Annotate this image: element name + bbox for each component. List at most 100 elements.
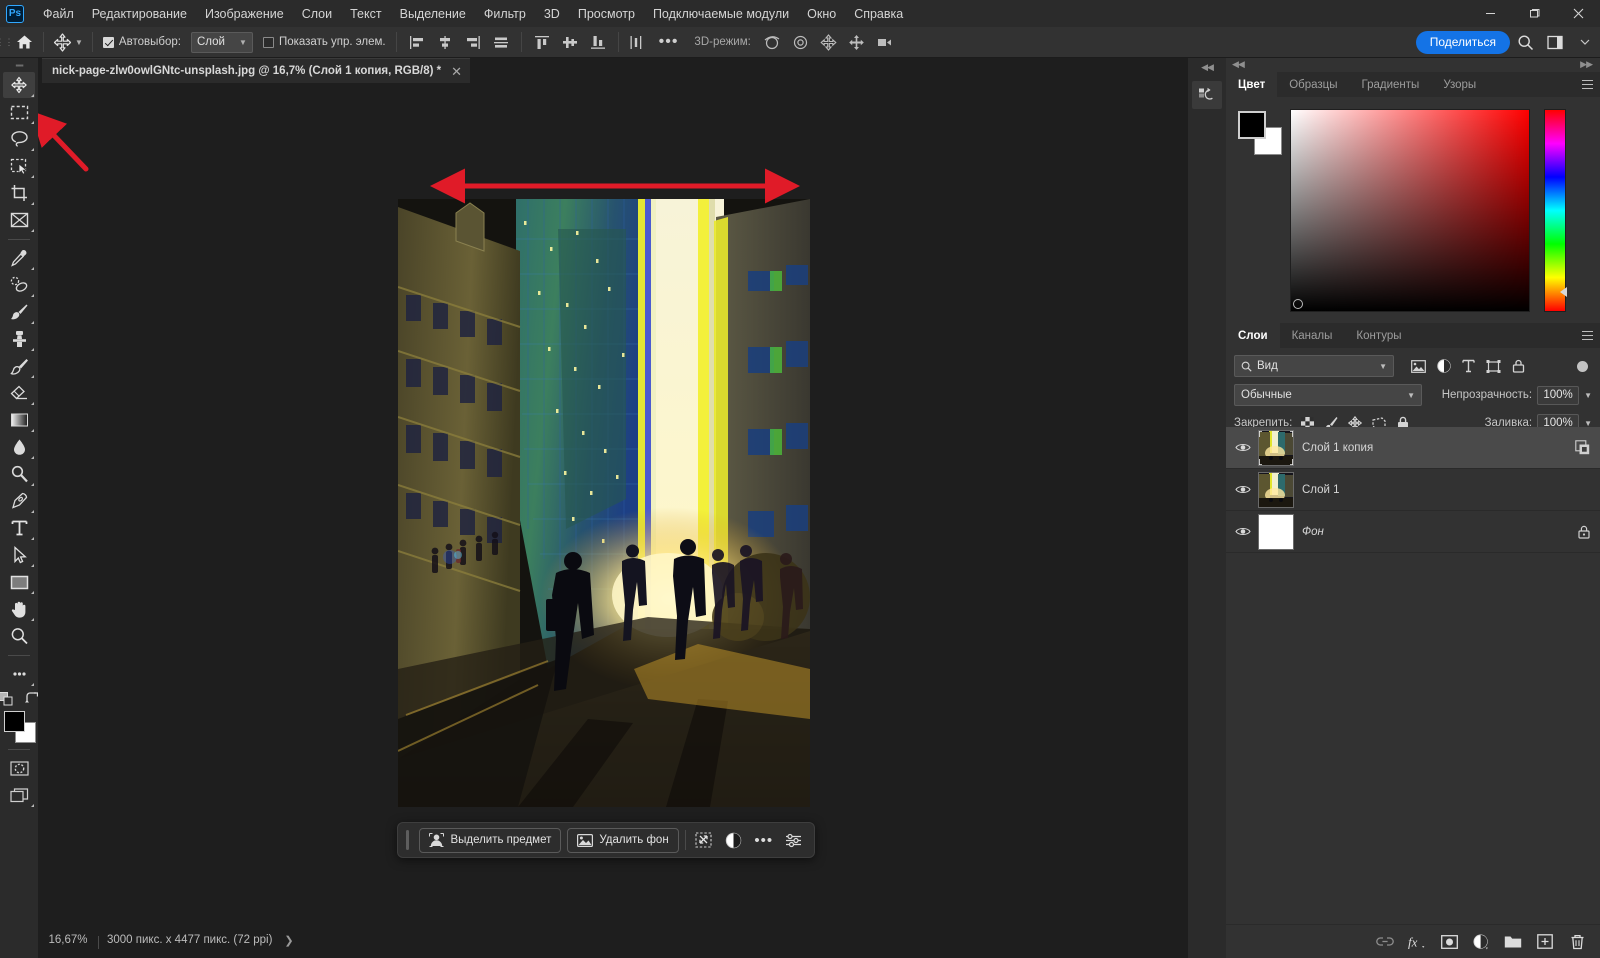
align-vertical-centers-icon[interactable] xyxy=(488,30,514,54)
edit-toolbar-tool[interactable] xyxy=(3,661,35,687)
layer-name[interactable]: Слой 1 xyxy=(1302,484,1340,496)
menu-item-plugins[interactable]: Подключаемые модули xyxy=(644,3,798,25)
menu-item-image[interactable]: Изображение xyxy=(196,3,293,25)
gradient-tool[interactable] xyxy=(3,407,35,433)
color-panel-menu-icon[interactable] xyxy=(1574,72,1600,97)
adjustment-layer-icon[interactable] xyxy=(722,827,746,853)
remove-background-button[interactable]: Удалить фон xyxy=(567,828,678,853)
layer-visibility-icon[interactable] xyxy=(1230,511,1256,553)
filter-shape-icon[interactable] xyxy=(1481,355,1506,377)
canvas-area[interactable] xyxy=(38,83,1188,918)
expand-panels-icon[interactable]: ◀◀ xyxy=(1188,58,1226,73)
clone-stamp-tool[interactable] xyxy=(3,326,35,352)
options-more-button[interactable]: ••• xyxy=(649,33,689,51)
document-canvas[interactable] xyxy=(398,199,810,807)
opacity-value[interactable]: 100% xyxy=(1537,386,1579,405)
path-selection-tool[interactable] xyxy=(3,542,35,568)
opacity-chevron-down-icon[interactable]: ▼ xyxy=(1584,391,1592,400)
tab-channels[interactable]: Каналы xyxy=(1280,323,1345,348)
tab-layers[interactable]: Слои xyxy=(1226,323,1280,348)
task-bar-more-button[interactable]: ••• xyxy=(752,827,776,853)
move-tool[interactable] xyxy=(3,72,35,98)
layer-visibility-icon[interactable] xyxy=(1230,469,1256,511)
filter-type-icon[interactable] xyxy=(1456,355,1481,377)
type-tool[interactable] xyxy=(3,515,35,541)
screen-mode-icon[interactable] xyxy=(3,782,35,808)
workspace-icon[interactable] xyxy=(1540,27,1570,58)
align-left-edges-icon[interactable] xyxy=(404,30,430,54)
tab-gradients[interactable]: Градиенты xyxy=(1350,72,1432,97)
align-horizontal-centers-icon[interactable] xyxy=(432,30,458,54)
layer-mask-icon[interactable] xyxy=(1434,929,1464,955)
zoom-level[interactable]: 16,67% xyxy=(38,934,98,946)
layer-thumbnail[interactable] xyxy=(1258,514,1294,550)
tab-color[interactable]: Цвет xyxy=(1226,72,1277,97)
new-layer-icon[interactable] xyxy=(1530,929,1560,955)
close-icon[interactable]: ✕ xyxy=(451,65,462,78)
workspace-chevron-down-icon[interactable] xyxy=(1570,27,1600,58)
menu-item-select[interactable]: Выделение xyxy=(391,3,475,25)
layers-panel-menu-icon[interactable] xyxy=(1574,323,1600,348)
tools-panel-grip[interactable]: ▪▪▪▪ xyxy=(15,62,22,72)
current-tool-button[interactable]: ▼ xyxy=(48,33,88,52)
color-panel-foreground-swatch[interactable] xyxy=(1238,111,1266,139)
status-expand-icon[interactable]: ❯ xyxy=(284,934,293,947)
layer-thumbnail[interactable] xyxy=(1258,430,1294,466)
autoselect-target-select[interactable]: Слой ▼ xyxy=(191,32,253,53)
default-colors-icon[interactable] xyxy=(0,692,13,708)
home-icon[interactable] xyxy=(9,27,39,58)
maximize-button[interactable] xyxy=(1512,0,1556,27)
quick-mask-icon[interactable] xyxy=(3,755,35,781)
align-top-edges-icon[interactable] xyxy=(529,30,555,54)
options-bar-grip[interactable]: ⋮⋮ xyxy=(0,27,9,58)
collapse-panels-icon[interactable]: ◀◀ xyxy=(1232,59,1244,70)
menu-item-help[interactable]: Справка xyxy=(845,3,912,25)
menu-item-filter[interactable]: Фильтр xyxy=(475,3,535,25)
eyedropper-tool[interactable] xyxy=(3,245,35,271)
delete-layer-icon[interactable] xyxy=(1562,929,1592,955)
show-controls-checkbox[interactable] xyxy=(263,37,274,48)
align-right-edges-icon[interactable] xyxy=(460,30,486,54)
distribute-vertical-icon[interactable] xyxy=(623,30,649,54)
pen-tool[interactable] xyxy=(3,488,35,514)
search-icon[interactable] xyxy=(1510,27,1540,58)
align-bottom-edges-icon[interactable] xyxy=(585,30,611,54)
menu-item-3d[interactable]: 3D xyxy=(535,3,569,25)
table-row[interactable]: Слой 1 копия xyxy=(1226,427,1600,469)
layer-name[interactable]: Фон xyxy=(1302,526,1324,538)
camera-3d-icon[interactable] xyxy=(871,30,899,54)
slide-3d-icon[interactable] xyxy=(843,30,871,54)
layer-style-fx-icon[interactable]: fx xyxy=(1402,929,1432,955)
share-button[interactable]: Поделиться xyxy=(1416,31,1510,54)
frame-tool[interactable] xyxy=(3,207,35,233)
minimize-button[interactable] xyxy=(1468,0,1512,27)
orbit-3d-icon[interactable] xyxy=(759,30,787,54)
task-bar-drag-handle[interactable] xyxy=(406,830,409,850)
brush-tool[interactable] xyxy=(3,299,35,325)
show-controls-checkbox-group[interactable]: Показать упр. элем. xyxy=(257,36,392,48)
close-button[interactable] xyxy=(1556,0,1600,27)
document-tab[interactable]: nick-page-zlw0owlGNtc-unsplash.jpg @ 16,… xyxy=(42,58,470,83)
object-selection-tool[interactable] xyxy=(3,153,35,179)
foreground-color-swatch[interactable] xyxy=(4,711,25,732)
layer-filter-select[interactable]: Вид ▼ xyxy=(1234,355,1394,377)
transform-selection-icon[interactable] xyxy=(692,827,716,853)
dodge-tool[interactable] xyxy=(3,461,35,487)
tab-paths[interactable]: Контуры xyxy=(1344,323,1413,348)
history-panel-icon[interactable] xyxy=(1192,81,1222,109)
filter-adjustment-icon[interactable] xyxy=(1431,355,1456,377)
filter-enable-toggle[interactable] xyxy=(1577,361,1588,372)
crop-tool[interactable] xyxy=(3,180,35,206)
lasso-tool[interactable] xyxy=(3,126,35,152)
menu-item-view[interactable]: Просмотр xyxy=(569,3,644,25)
tab-swatches[interactable]: Образцы xyxy=(1277,72,1349,97)
tab-patterns[interactable]: Узоры xyxy=(1431,72,1488,97)
table-row[interactable]: Фон xyxy=(1226,511,1600,553)
expand-dock-icon[interactable]: ▶▶ xyxy=(1580,59,1592,70)
sliders-icon[interactable] xyxy=(782,827,806,853)
link-layers-icon[interactable] xyxy=(1370,929,1400,955)
hue-slider[interactable] xyxy=(1544,109,1566,312)
menu-item-window[interactable]: Окно xyxy=(798,3,845,25)
filter-smart-object-icon[interactable] xyxy=(1506,355,1531,377)
table-row[interactable]: Слой 1 xyxy=(1226,469,1600,511)
